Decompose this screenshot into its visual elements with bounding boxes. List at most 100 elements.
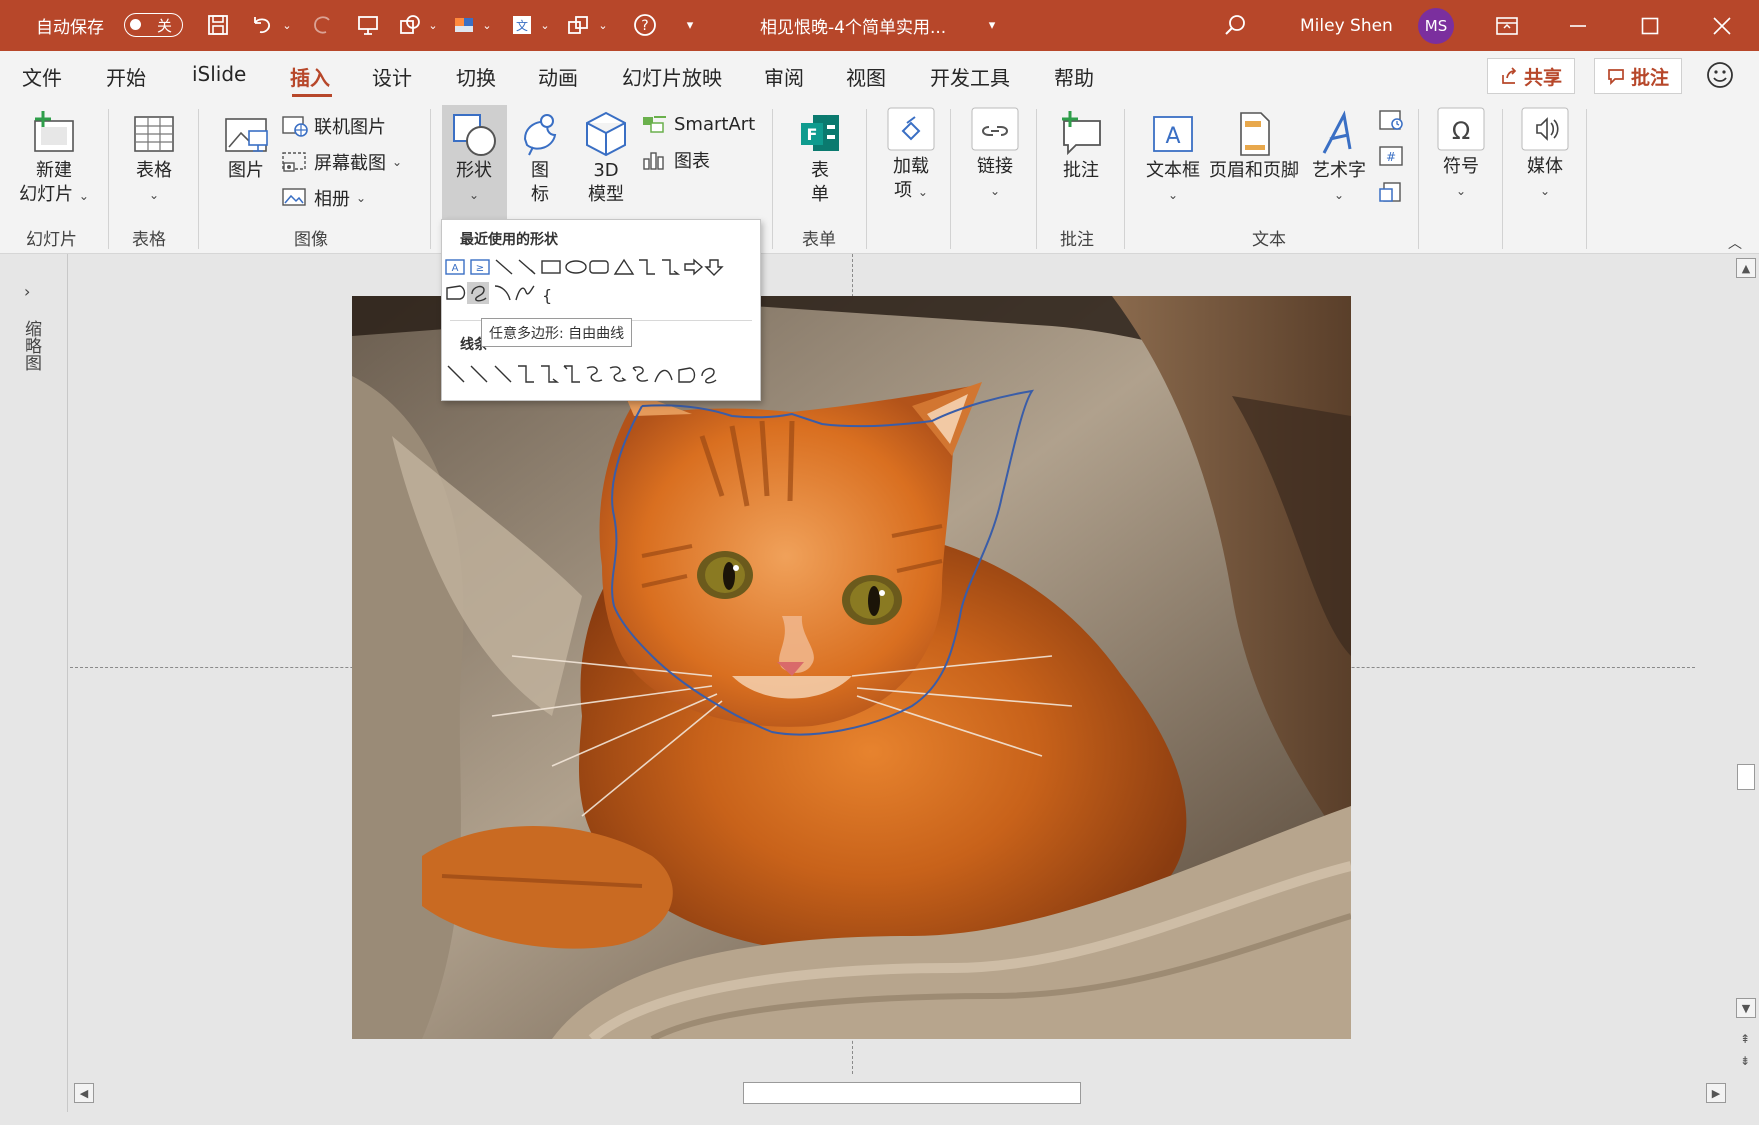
search-icon[interactable]	[1222, 13, 1248, 37]
shapes-quick-icon[interactable]	[398, 13, 422, 37]
undo-icon[interactable]	[250, 13, 274, 37]
horizontal-scrollbar[interactable]: ◀ ▶	[70, 1079, 1733, 1107]
scroll-left-icon[interactable]: ◀	[74, 1083, 94, 1103]
symbols-button[interactable]: Ω 符号 ⌄	[1428, 105, 1494, 203]
arrange-icon[interactable]	[566, 13, 590, 37]
share-button[interactable]: 共享	[1487, 58, 1576, 94]
maximize-icon[interactable]	[1618, 0, 1682, 51]
table-chevron-icon: ⌄	[148, 188, 160, 202]
header-footer-button[interactable]: 页眉和页脚	[1206, 109, 1302, 183]
scroll-up-icon[interactable]: ▲	[1736, 258, 1756, 278]
tab-developer[interactable]: 开发工具	[930, 62, 1010, 91]
from-beginning-icon[interactable]	[356, 13, 380, 37]
help-icon[interactable]: ?	[632, 13, 658, 37]
picture-label: 图片	[228, 160, 264, 181]
smartart-button[interactable]: SmartArt	[642, 113, 755, 135]
link-button[interactable]: 链接 ⌄	[962, 105, 1028, 203]
table-button[interactable]: 表格 ⌄	[124, 109, 184, 207]
layout-dropdown-icon[interactable]: ⌄	[480, 13, 494, 37]
textbox-button[interactable]: A 文本框 ⌄	[1140, 109, 1206, 207]
tab-slideshow[interactable]: 幻灯片放映	[622, 62, 722, 91]
comment-label: 批注	[1063, 160, 1099, 181]
recent-shapes-grid[interactable]: A ≥ {	[442, 256, 762, 306]
autosave-label: 自动保存	[36, 18, 104, 38]
line-shapes-grid[interactable]	[442, 360, 762, 390]
slide-number-icon[interactable]: #	[1378, 143, 1404, 173]
icons-button[interactable]: 图 标	[512, 109, 568, 207]
autosave-state: 关	[157, 17, 173, 35]
arrange-dropdown-icon[interactable]: ⌄	[596, 13, 610, 37]
comments-button[interactable]: 批注	[1594, 58, 1683, 94]
symbols-label: 符号	[1443, 156, 1479, 177]
svg-text:≥: ≥	[476, 263, 484, 274]
minimize-icon[interactable]	[1546, 0, 1610, 51]
screenshot-button[interactable]: 屏幕截图 ⌄	[282, 149, 402, 175]
close-icon[interactable]	[1690, 0, 1754, 51]
tab-insert[interactable]: 插入	[290, 62, 330, 91]
new-slide-button[interactable]: 新建 幻灯片 ⌄	[12, 109, 96, 208]
autosave-toggle[interactable]: 关	[124, 13, 183, 37]
symbols-chevron-icon: ⌄	[1455, 184, 1467, 198]
wordart-button[interactable]: 艺术字 ⌄	[1306, 109, 1372, 207]
tab-home[interactable]: 开始	[106, 62, 146, 91]
tab-transitions[interactable]: 切换	[456, 62, 496, 91]
comment-button[interactable]: 批注	[1048, 109, 1114, 183]
ribbon-display-options-icon[interactable]	[1475, 0, 1539, 51]
tab-file[interactable]: 文件	[22, 62, 62, 91]
3d-models-button[interactable]: 3D 模型	[576, 109, 636, 207]
forms-label-1: 表	[811, 160, 829, 181]
vertical-scrollbar[interactable]: ▲ ▼ ⇞ ⇟	[1733, 254, 1759, 1094]
customize-quick-access-icon[interactable]: ▾	[682, 13, 698, 37]
vertical-scroll-thumb[interactable]	[1737, 764, 1755, 790]
online-picture-label: 联机图片	[314, 117, 386, 138]
tab-view[interactable]: 视图	[846, 62, 886, 91]
forms-button[interactable]: F 表 单	[790, 109, 850, 207]
group-label-text: 文本	[1252, 230, 1286, 250]
textbox-icon: A	[1153, 116, 1193, 152]
online-picture-button[interactable]: 联机图片	[282, 113, 386, 139]
previous-slide-icon[interactable]: ⇞	[1740, 1032, 1750, 1046]
translate-icon[interactable]: 文	[510, 13, 534, 37]
thumbnail-pane-label[interactable]: 缩略图	[20, 320, 44, 371]
layout-icon[interactable]	[452, 13, 476, 37]
chart-button[interactable]: 图表	[642, 147, 710, 173]
link-label: 链接	[977, 156, 1013, 177]
picture-button[interactable]: 图片	[216, 109, 276, 183]
horizontal-scroll-thumb[interactable]	[743, 1082, 1081, 1104]
scroll-right-icon[interactable]: ▶	[1706, 1083, 1726, 1103]
addins-button[interactable]: 加载 项 ⌄	[878, 105, 944, 204]
omega-icon: Ω	[1437, 107, 1485, 151]
shapes-dropdown-icon[interactable]: ⌄	[426, 13, 440, 37]
translate-dropdown-icon[interactable]: ⌄	[538, 13, 552, 37]
scroll-down-icon[interactable]: ▼	[1736, 998, 1756, 1018]
cat-photo[interactable]	[352, 296, 1351, 1039]
share-icon	[1502, 67, 1517, 84]
addins-label-2: 项	[894, 180, 913, 201]
avatar[interactable]: MS	[1418, 8, 1454, 44]
3d-models-label-1: 3D	[593, 160, 619, 181]
redo-icon[interactable]	[310, 13, 334, 37]
collapse-ribbon-icon[interactable]: ︿	[1728, 233, 1742, 253]
tab-design[interactable]: 设计	[372, 62, 412, 91]
undo-dropdown-icon[interactable]: ⌄	[280, 13, 294, 37]
document-title[interactable]: 相见恨晚-4个简单实用...	[760, 0, 946, 51]
addins-chevron-icon: ⌄	[917, 185, 928, 199]
expand-pane-chevron-icon[interactable]: ›	[24, 282, 30, 301]
slide-canvas[interactable]	[352, 296, 1351, 1039]
date-time-icon[interactable]	[1378, 107, 1404, 137]
tab-help[interactable]: 帮助	[1054, 62, 1094, 91]
photo-album-button[interactable]: 相册 ⌄	[282, 185, 366, 211]
user-name[interactable]: Miley Shen	[1300, 0, 1393, 51]
save-icon[interactable]	[206, 13, 230, 37]
media-button[interactable]: 媒体 ⌄	[1512, 105, 1578, 203]
object-icon[interactable]	[1378, 179, 1404, 209]
shapes-button[interactable]: 形状 ⌄	[444, 109, 504, 207]
next-slide-icon[interactable]: ⇟	[1740, 1054, 1750, 1068]
icons-label-1: 图	[531, 160, 549, 181]
tab-islide[interactable]: iSlide	[192, 62, 246, 86]
tab-review[interactable]: 审阅	[764, 62, 804, 91]
smiley-feedback-icon[interactable]	[1706, 61, 1734, 93]
recent-shapes-heading: 最近使用的形状	[460, 232, 558, 248]
tab-animations[interactable]: 动画	[538, 62, 578, 91]
title-dropdown-icon[interactable]: ▾	[984, 13, 1000, 37]
